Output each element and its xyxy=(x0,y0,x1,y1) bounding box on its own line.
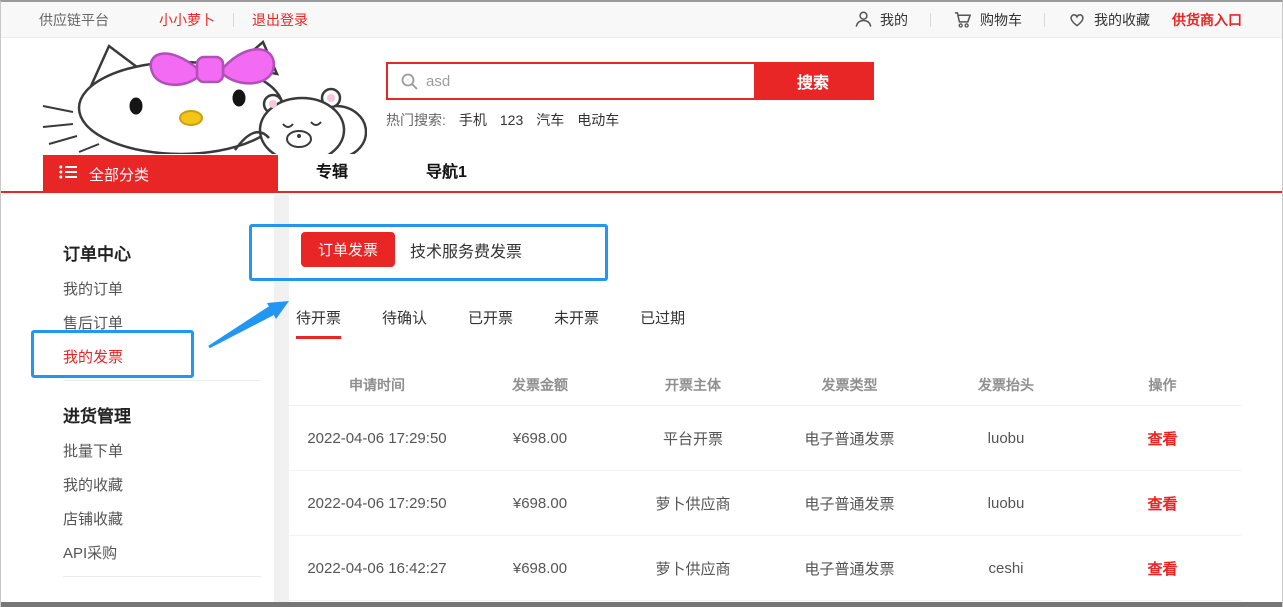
cell-type: 电子普通发票 xyxy=(771,493,928,514)
col-action: 操作 xyxy=(1084,375,1241,395)
status-tabs: 待开票 待确认 已开票 未开票 已过期 xyxy=(296,307,685,339)
cell-issuer: 平台开票 xyxy=(615,428,771,449)
view-link[interactable]: 查看 xyxy=(1084,428,1241,449)
logout-link[interactable]: 退出登录 xyxy=(252,10,308,30)
topbar-right: 我的 购物车 我的收藏 供货商入口 xyxy=(854,10,1242,30)
my-account-label: 我的 xyxy=(880,10,908,30)
search-box: 搜索 xyxy=(386,62,874,100)
search-icon xyxy=(400,72,420,92)
status-tab-not-invoiced[interactable]: 未开票 xyxy=(554,307,599,339)
hot-search: 热门搜索: 手机 123 汽车 电动车 xyxy=(386,110,619,130)
annotation-box-tabs xyxy=(249,224,608,281)
all-categories-label: 全部分类 xyxy=(89,164,149,185)
invoice-table: 申请时间 发票金额 开票主体 发票类型 发票抬头 操作 2022-04-06 1… xyxy=(289,364,1241,601)
cell-type: 电子普通发票 xyxy=(771,558,928,579)
header: 搜索 热门搜索: 手机 123 汽车 电动车 全部分类 专辑 导航1 xyxy=(1,38,1282,193)
col-invoice-type: 发票类型 xyxy=(771,375,928,395)
favorites-link[interactable]: 我的收藏 xyxy=(1067,10,1150,30)
sidebar: 订单中心 我的订单 售后订单 我的发票 进货管理 批量下单 我的收藏 店铺收藏 … xyxy=(63,240,263,598)
page: 供应链平台 小小萝卜 退出登录 我的 购物车 我的收藏 供货商入口 xyxy=(0,0,1283,607)
window-bottom-edge xyxy=(1,602,1282,607)
my-account-link[interactable]: 我的 xyxy=(854,10,908,30)
cell-issuer: 萝卜供应商 xyxy=(615,493,771,514)
hot-keyword[interactable]: 123 xyxy=(500,112,523,128)
cart-link[interactable]: 购物车 xyxy=(953,10,1022,30)
sidebar-item-my-favorites[interactable]: 我的收藏 xyxy=(63,474,263,490)
annotation-arrow xyxy=(201,295,301,355)
username-link[interactable]: 小小萝卜 xyxy=(159,10,215,30)
sidebar-item-api-purchase[interactable]: API采购 xyxy=(63,542,263,558)
heart-icon xyxy=(1067,10,1087,29)
cell-amount: ¥698.00 xyxy=(465,560,615,577)
annotation-box-my-invoices xyxy=(31,330,194,378)
supplier-entry-link[interactable]: 供货商入口 xyxy=(1172,10,1242,30)
cell-apply-time: 2022-04-06 16:42:27 xyxy=(289,560,465,577)
status-tab-invoiced[interactable]: 已开票 xyxy=(468,307,513,339)
cell-apply-time: 2022-04-06 17:29:50 xyxy=(289,430,465,447)
topbar: 供应链平台 小小萝卜 退出登录 我的 购物车 我的收藏 供货商入口 xyxy=(1,2,1282,38)
hamburger-icon xyxy=(59,165,77,183)
hot-keyword[interactable]: 汽车 xyxy=(536,110,564,130)
hot-search-label: 热门搜索: xyxy=(386,110,446,130)
table-row: 2022-04-06 16:42:27 ¥698.00 萝卜供应商 电子普通发票… xyxy=(289,536,1241,601)
nav-item-album[interactable]: 专辑 xyxy=(316,155,348,193)
cell-type: 电子普通发票 xyxy=(771,428,928,449)
search-button[interactable]: 搜索 xyxy=(754,64,872,98)
sidebar-item-my-orders[interactable]: 我的订单 xyxy=(63,278,263,294)
cell-title: luobu xyxy=(928,430,1084,447)
content-area: 订单中心 我的订单 售后订单 我的发票 进货管理 批量下单 我的收藏 店铺收藏 … xyxy=(1,195,1282,604)
nav-item-nav1[interactable]: 导航1 xyxy=(426,155,467,193)
search-input[interactable] xyxy=(388,64,754,98)
nav-row: 全部分类 专辑 导航1 xyxy=(1,155,1282,193)
table-row: 2022-04-06 17:29:50 ¥698.00 萝卜供应商 电子普通发票… xyxy=(289,471,1241,536)
person-icon xyxy=(854,10,873,29)
col-apply-time: 申请时间 xyxy=(289,375,465,395)
sidebar-divider xyxy=(63,380,261,381)
divider xyxy=(1044,13,1045,27)
status-tab-to-invoice[interactable]: 待开票 xyxy=(296,307,341,339)
table-header-row: 申请时间 发票金额 开票主体 发票类型 发票抬头 操作 xyxy=(289,364,1241,406)
divider xyxy=(930,13,931,27)
cat-logo xyxy=(39,40,367,154)
col-invoice-amount: 发票金额 xyxy=(465,375,615,395)
cart-label: 购物车 xyxy=(980,10,1022,30)
sidebar-section-purchase-mgmt: 进货管理 xyxy=(63,402,263,422)
view-link[interactable]: 查看 xyxy=(1084,493,1241,514)
sidebar-item-bulk-order[interactable]: 批量下单 xyxy=(63,440,263,456)
search-input-wrap xyxy=(388,64,754,98)
col-issuer: 开票主体 xyxy=(615,375,771,395)
cell-title: luobu xyxy=(928,495,1084,512)
divider xyxy=(233,13,234,27)
hot-keyword[interactable]: 手机 xyxy=(459,110,487,130)
table-row: 2022-04-06 17:29:50 ¥698.00 平台开票 电子普通发票 … xyxy=(289,406,1241,471)
cart-icon xyxy=(953,10,973,29)
all-categories-button[interactable]: 全部分类 xyxy=(43,155,278,193)
favorites-label: 我的收藏 xyxy=(1094,10,1150,30)
cell-apply-time: 2022-04-06 17:29:50 xyxy=(289,495,465,512)
view-link[interactable]: 查看 xyxy=(1084,558,1241,579)
cell-amount: ¥698.00 xyxy=(465,495,615,512)
sidebar-item-shop-favorites[interactable]: 店铺收藏 xyxy=(63,508,263,524)
status-tab-expired[interactable]: 已过期 xyxy=(640,307,685,339)
cell-amount: ¥698.00 xyxy=(465,430,615,447)
brand-text: 供应链平台 xyxy=(39,10,109,30)
hot-keyword[interactable]: 电动车 xyxy=(577,110,619,130)
status-tab-to-confirm[interactable]: 待确认 xyxy=(382,307,427,339)
sidebar-divider xyxy=(63,576,261,577)
topbar-left: 供应链平台 小小萝卜 退出登录 xyxy=(39,10,308,30)
cell-title: ceshi xyxy=(928,560,1084,577)
col-invoice-title: 发票抬头 xyxy=(928,375,1084,395)
sidebar-section-order-center: 订单中心 xyxy=(63,240,263,260)
cell-issuer: 萝卜供应商 xyxy=(615,558,771,579)
